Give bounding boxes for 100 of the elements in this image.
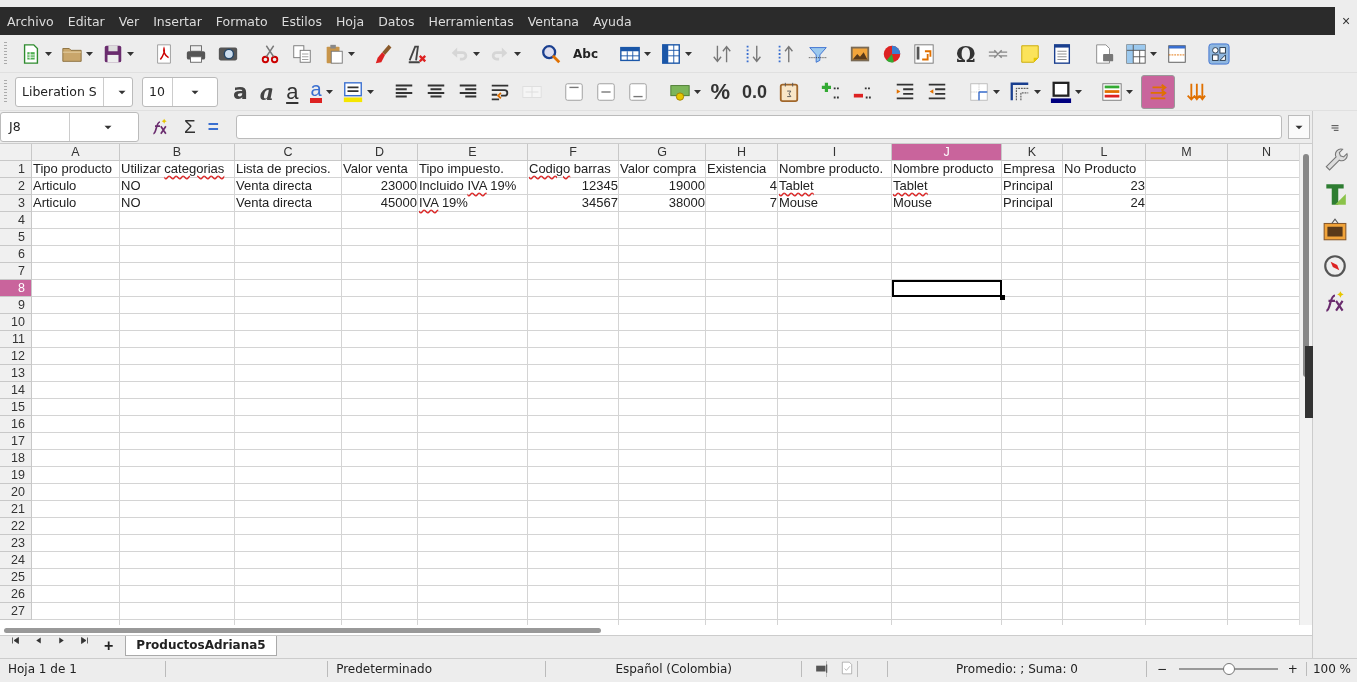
highlight-icon[interactable] <box>341 80 364 103</box>
column-header[interactable]: D <box>342 143 418 161</box>
menu-item[interactable]: Herramientas <box>428 13 520 29</box>
document-status-icon <box>840 661 855 675</box>
underline-button[interactable]: a <box>286 80 299 103</box>
menu-item[interactable]: Ver <box>118 13 146 29</box>
special-character-button[interactable]: Ω <box>956 42 976 65</box>
table-cell-text: Mouse <box>778 194 820 212</box>
last-sheet-icon[interactable] <box>80 636 89 646</box>
table-cell-text: 19000 <box>667 177 706 195</box>
percent-button[interactable]: % <box>710 80 731 103</box>
font-color-button[interactable]: a <box>310 80 322 103</box>
sheet-tab[interactable]: ProductosAdriana5 <box>125 636 277 657</box>
menu-item[interactable]: Formato <box>215 13 274 29</box>
zoom-level[interactable]: 100 % <box>1306 662 1357 676</box>
add-sheet-button[interactable]: + <box>104 636 114 657</box>
caret-icon[interactable] <box>325 89 333 94</box>
name-box[interactable]: J8 <box>0 111 139 142</box>
sidebar-collapse-handle[interactable] <box>1305 346 1313 418</box>
caret-icon[interactable] <box>693 89 701 94</box>
bold-button[interactable]: a <box>233 80 248 103</box>
column-header[interactable]: M <box>1146 143 1228 161</box>
table-cell-text: Tipo impuesto. <box>418 160 505 178</box>
caret-icon[interactable] <box>1149 51 1157 56</box>
first-sheet-icon[interactable] <box>11 636 20 646</box>
number-format-button[interactable]: 0.0 <box>742 82 768 101</box>
column-header[interactable]: L <box>1063 143 1146 161</box>
table-cell-text: Nombre producto. <box>778 160 885 178</box>
menu-item[interactable]: Ventana <box>527 13 585 29</box>
caret-icon[interactable] <box>366 89 374 94</box>
column-header[interactable]: J <box>892 143 1002 161</box>
conditional-format-icon[interactable] <box>1101 80 1124 103</box>
menu-item[interactable]: Ayuda <box>593 13 638 29</box>
table-cell-text: 23000 <box>379 177 418 195</box>
column-header[interactable]: H <box>706 143 778 161</box>
scrollbar-thumb[interactable] <box>4 628 601 634</box>
next-sheet-icon[interactable] <box>57 636 66 646</box>
window-split-icon[interactable] <box>1165 42 1188 65</box>
column-header[interactable]: F <box>528 143 619 161</box>
slider-thumb[interactable] <box>1222 663 1235 675</box>
cell-cursor[interactable] <box>892 279 1002 297</box>
table-cell-text: Venta directa <box>235 177 313 195</box>
equals-button[interactable]: = <box>207 115 219 138</box>
zoom-in-button[interactable]: + <box>1283 662 1307 676</box>
pivot-table-icon[interactable] <box>913 42 935 65</box>
table-cell-text: 23 <box>1129 177 1146 195</box>
table-cell-text: Principal <box>1002 177 1054 195</box>
column-header[interactable]: B <box>120 143 235 161</box>
caret-icon[interactable] <box>993 89 1001 94</box>
font-name-field[interactable]: Liberation S <box>15 76 133 107</box>
border-color-icon[interactable] <box>1050 80 1073 103</box>
caret-icon[interactable] <box>473 51 480 56</box>
calendar-icon[interactable] <box>778 80 801 103</box>
caret-icon[interactable] <box>514 51 521 56</box>
formula-input-field[interactable] <box>235 114 1282 139</box>
shapes-icon[interactable] <box>1207 42 1230 65</box>
menu-item[interactable]: Datos <box>378 13 421 29</box>
caret-icon[interactable] <box>86 51 93 56</box>
italic-button[interactable]: a <box>259 80 275 103</box>
freeze-panes-icon[interactable] <box>1124 42 1147 65</box>
close-button[interactable]: × <box>1335 13 1357 29</box>
column-header[interactable]: I <box>778 143 892 161</box>
caret-icon[interactable] <box>348 51 355 56</box>
caret-icon[interactable] <box>685 51 692 56</box>
font-size-field[interactable]: 10 <box>142 76 218 107</box>
sum-button[interactable]: Σ <box>184 115 196 138</box>
menu-item[interactable]: Insertar <box>153 13 208 29</box>
caret-icon[interactable] <box>644 51 651 56</box>
table-cell-text: 12345 <box>580 177 619 195</box>
zoom-out-button[interactable]: − <box>1147 662 1174 676</box>
search-icon[interactable] <box>540 42 562 65</box>
gallery-icon[interactable] <box>1322 217 1348 243</box>
column-header[interactable]: G <box>619 143 706 161</box>
menu-item[interactable]: Estilos <box>281 13 328 29</box>
language[interactable]: Español (Colombia) <box>546 661 803 677</box>
menu-item[interactable]: Editar <box>67 13 111 29</box>
table-cell-text: Venta directa <box>235 194 313 212</box>
menu-item[interactable]: Archivo <box>7 13 60 29</box>
column-header[interactable]: A <box>32 143 120 161</box>
caret-icon[interactable] <box>1075 89 1083 94</box>
table-columns-icon[interactable] <box>660 42 682 65</box>
caret-icon[interactable] <box>127 51 134 56</box>
column-header[interactable]: N <box>1228 143 1299 161</box>
copy-icon[interactable] <box>291 42 313 65</box>
spelling-button[interactable]: Abc <box>573 47 598 60</box>
scrollbar-thumb[interactable] <box>1303 153 1309 377</box>
expand-button[interactable] <box>1288 114 1310 139</box>
column-header[interactable]: C <box>235 143 342 161</box>
align-middle-icon[interactable] <box>594 80 617 103</box>
column-header[interactable]: K <box>1002 143 1063 161</box>
compass-icon[interactable] <box>1322 253 1348 279</box>
previous-sheet-icon[interactable] <box>34 636 43 646</box>
printer-icon[interactable] <box>185 42 207 65</box>
caret-icon[interactable] <box>45 51 52 56</box>
table-cell-text: Tablet <box>892 177 929 195</box>
caret-icon[interactable] <box>1126 89 1134 94</box>
toggle-button[interactable] <box>1141 74 1176 109</box>
column-header[interactable]: E <box>418 143 528 161</box>
menu-item[interactable]: Hoja <box>335 13 371 29</box>
caret-icon[interactable] <box>1034 89 1042 94</box>
